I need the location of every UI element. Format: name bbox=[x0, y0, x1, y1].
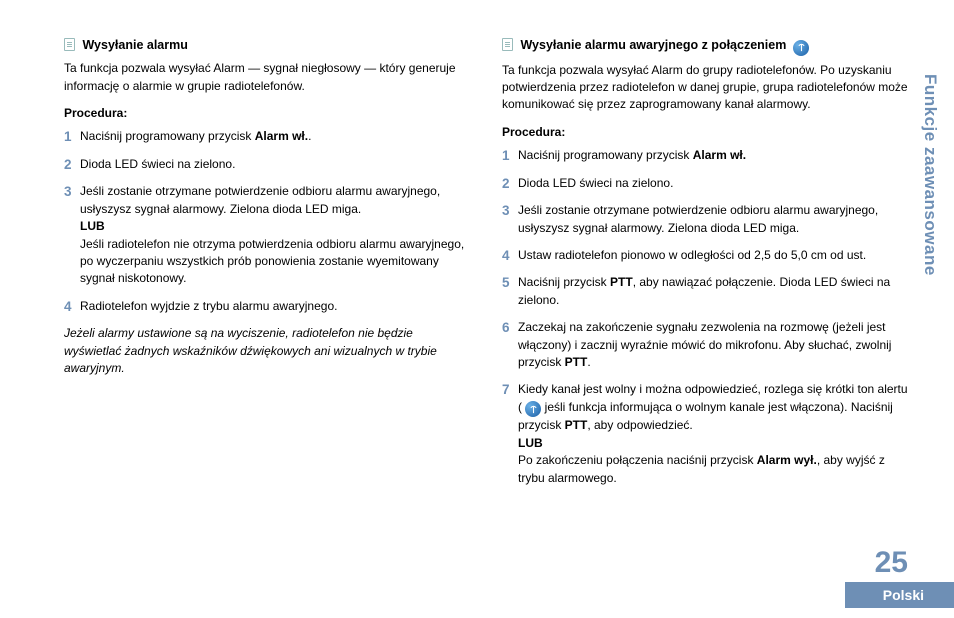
left-heading-text: Wysyłanie alarmu bbox=[82, 38, 187, 52]
left-note: Jeżeli alarmy ustawione są na wyciszenie… bbox=[64, 325, 470, 377]
right-intro: Ta funkcja pozwala wysyłać Alarm do grup… bbox=[502, 62, 908, 114]
right-steps-list: 1Naciśnij programowany przycisk Alarm wł… bbox=[502, 147, 908, 487]
right-column: Wysyłanie alarmu awaryjnego z połączenie… bbox=[502, 36, 908, 497]
step-number: 6 bbox=[502, 319, 518, 371]
step-body: Dioda LED świeci na zielono. bbox=[518, 175, 908, 193]
document-icon bbox=[502, 38, 513, 51]
step-number: 2 bbox=[502, 175, 518, 193]
left-heading: Wysyłanie alarmu bbox=[64, 36, 470, 54]
step-number: 3 bbox=[64, 183, 80, 287]
step-body: Naciśnij programowany przycisk Alarm wł.… bbox=[80, 128, 470, 146]
step-item: 7Kiedy kanał jest wolny i można odpowied… bbox=[502, 381, 908, 486]
step-body: Kiedy kanał jest wolny i można odpowiedz… bbox=[518, 381, 908, 486]
page-number: 25 bbox=[875, 546, 908, 580]
step-item: 5Naciśnij przycisk PTT, aby nawiązać poł… bbox=[502, 274, 908, 309]
step-number: 7 bbox=[502, 381, 518, 486]
step-body: Naciśnij programowany przycisk Alarm wł. bbox=[518, 147, 908, 165]
step-body: Radiotelefon wyjdzie z trybu alarmu awar… bbox=[80, 298, 470, 316]
left-proc-label: Procedura: bbox=[64, 105, 470, 122]
step-number: 1 bbox=[64, 128, 80, 146]
step-body: Dioda LED świeci na zielono. bbox=[80, 156, 470, 174]
page-content: Wysyłanie alarmu Ta funkcja pozwala wysy… bbox=[0, 0, 954, 497]
step-number: 2 bbox=[64, 156, 80, 174]
section-tab: Funkcje zaawansowane bbox=[920, 74, 940, 276]
language-tab: Polski bbox=[845, 582, 954, 608]
right-proc-label: Procedura: bbox=[502, 124, 908, 141]
step-item: 3Jeśli zostanie otrzymane potwierdzenie … bbox=[64, 183, 470, 287]
left-steps-list: 1Naciśnij programowany przycisk Alarm wł… bbox=[64, 128, 470, 315]
step-body: Naciśnij przycisk PTT, aby nawiązać połą… bbox=[518, 274, 908, 309]
step-item: 1Naciśnij programowany przycisk Alarm wł… bbox=[64, 128, 470, 146]
left-intro: Ta funkcja pozwala wysyłać Alarm — sygna… bbox=[64, 60, 470, 95]
step-body: Ustaw radiotelefon pionowo w odległości … bbox=[518, 247, 908, 265]
step-item: 4Ustaw radiotelefon pionowo w odległości… bbox=[502, 247, 908, 265]
step-item: 2Dioda LED świeci na zielono. bbox=[64, 156, 470, 174]
left-column: Wysyłanie alarmu Ta funkcja pozwala wysy… bbox=[64, 36, 470, 497]
right-heading: Wysyłanie alarmu awaryjnego z połączenie… bbox=[502, 36, 908, 56]
step-body: Zaczekaj na zakończenie sygnału zezwolen… bbox=[518, 319, 908, 371]
step-item: 2Dioda LED świeci na zielono. bbox=[502, 175, 908, 193]
antenna-icon bbox=[793, 40, 809, 56]
step-number: 5 bbox=[502, 274, 518, 309]
step-body: Jeśli zostanie otrzymane potwierdzenie o… bbox=[518, 202, 908, 237]
step-number: 3 bbox=[502, 202, 518, 237]
step-item: 1Naciśnij programowany przycisk Alarm wł… bbox=[502, 147, 908, 165]
step-body: Jeśli zostanie otrzymane potwierdzenie o… bbox=[80, 183, 470, 287]
step-item: 3Jeśli zostanie otrzymane potwierdzenie … bbox=[502, 202, 908, 237]
step-item: 6Zaczekaj na zakończenie sygnału zezwole… bbox=[502, 319, 908, 371]
lub-label: LUB bbox=[518, 436, 543, 450]
antenna-icon bbox=[525, 401, 541, 417]
step-number: 4 bbox=[502, 247, 518, 265]
document-icon bbox=[64, 38, 75, 51]
right-heading-text: Wysyłanie alarmu awaryjnego z połączenie… bbox=[520, 38, 786, 52]
lub-label: LUB bbox=[80, 219, 105, 233]
step-number: 1 bbox=[502, 147, 518, 165]
step-number: 4 bbox=[64, 298, 80, 316]
step-item: 4Radiotelefon wyjdzie z trybu alarmu awa… bbox=[64, 298, 470, 316]
